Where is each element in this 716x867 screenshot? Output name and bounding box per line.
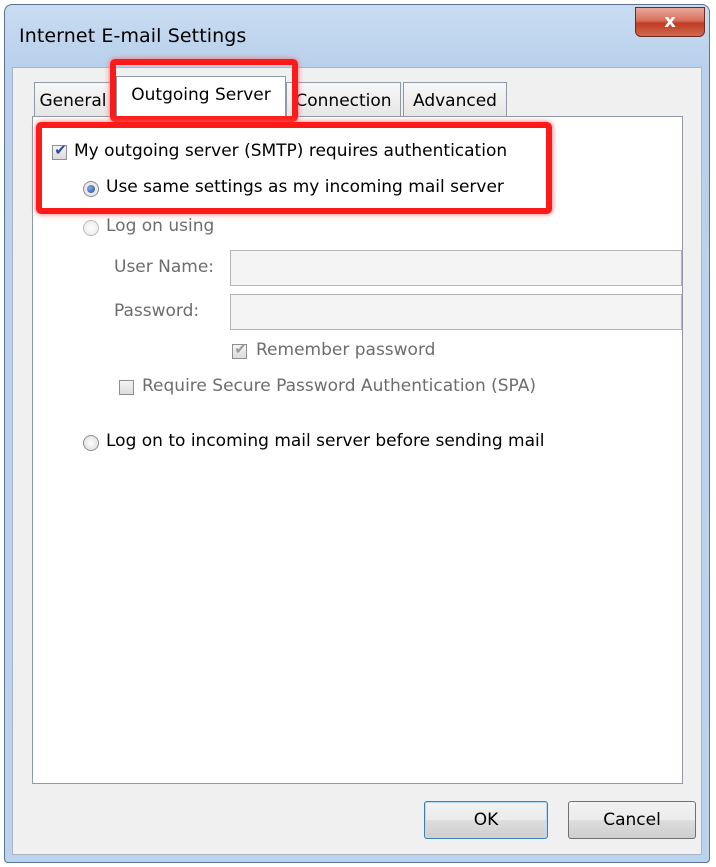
close-button[interactable]: x — [635, 7, 705, 37]
tab-general[interactable]: General — [34, 82, 112, 116]
use-same-settings-label[interactable]: Use same settings as my incoming mail se… — [106, 177, 504, 197]
remember-password-label[interactable]: Remember password — [256, 340, 435, 360]
radio-selected-icon — [87, 185, 95, 193]
spa-label[interactable]: Require Secure Password Authentication (… — [142, 376, 536, 396]
log-on-using-radio[interactable] — [83, 220, 99, 236]
user-name-label: User Name: — [114, 257, 215, 277]
log-on-incoming-label[interactable]: Log on to incoming mail server before se… — [106, 431, 544, 451]
tab-advanced[interactable]: Advanced — [403, 82, 507, 116]
tab-connection[interactable]: Connection — [286, 82, 401, 116]
password-label: Password: — [114, 301, 200, 321]
tab-outgoing-server[interactable]: Outgoing Server — [116, 76, 286, 118]
user-name-input[interactable] — [230, 250, 682, 286]
requires-auth-checkbox[interactable]: ✔ — [52, 141, 67, 160]
requires-auth-label[interactable]: My outgoing server (SMTP) requires authe… — [74, 141, 507, 161]
cancel-button[interactable]: Cancel — [568, 801, 696, 839]
use-same-settings-radio[interactable] — [83, 181, 99, 197]
log-on-using-label[interactable]: Log on using — [106, 216, 214, 236]
spa-checkbox[interactable] — [119, 380, 134, 395]
checkmark-icon: ✔ — [54, 141, 67, 159]
password-input[interactable] — [230, 294, 682, 330]
ok-button[interactable]: OK — [424, 801, 548, 839]
checkmark-icon: ✔ — [234, 340, 247, 358]
title-bar[interactable]: Internet E-mail Settings x — [5, 5, 709, 67]
window-title: Internet E-mail Settings — [19, 25, 247, 47]
close-icon: x — [664, 11, 676, 32]
log-on-incoming-radio[interactable] — [83, 435, 99, 451]
remember-password-checkbox[interactable]: ✔ — [232, 340, 247, 359]
